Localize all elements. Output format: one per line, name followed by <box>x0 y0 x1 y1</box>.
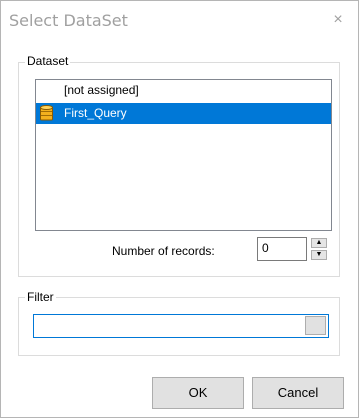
list-item-label: First_Query <box>64 106 127 120</box>
filter-browse-button[interactable] <box>305 316 326 335</box>
filter-input[interactable] <box>33 314 329 338</box>
dataset-group-label: Dataset <box>25 54 71 68</box>
filter-group-label: Filter <box>25 290 56 304</box>
list-item-first-query[interactable]: First_Query <box>36 103 331 124</box>
number-of-records-input[interactable]: 0 <box>257 237 307 261</box>
records-spinner: ▲ ▼ <box>311 238 328 261</box>
database-icon <box>40 105 53 121</box>
spin-up-button[interactable]: ▲ <box>311 238 327 248</box>
ok-button[interactable]: OK <box>152 377 244 409</box>
cancel-button[interactable]: Cancel <box>252 377 344 409</box>
close-button[interactable]: × <box>327 9 349 31</box>
number-of-records-label: Number of records: <box>112 244 215 258</box>
dialog-title: Select DataSet <box>9 11 128 30</box>
list-item-label: [not assigned] <box>64 83 139 97</box>
list-item-not-assigned[interactable]: [not assigned] <box>36 80 331 101</box>
title-bar: Select DataSet × <box>1 1 358 41</box>
spin-down-button[interactable]: ▼ <box>311 250 327 260</box>
dataset-list[interactable]: [not assigned] First_Query <box>35 79 332 231</box>
